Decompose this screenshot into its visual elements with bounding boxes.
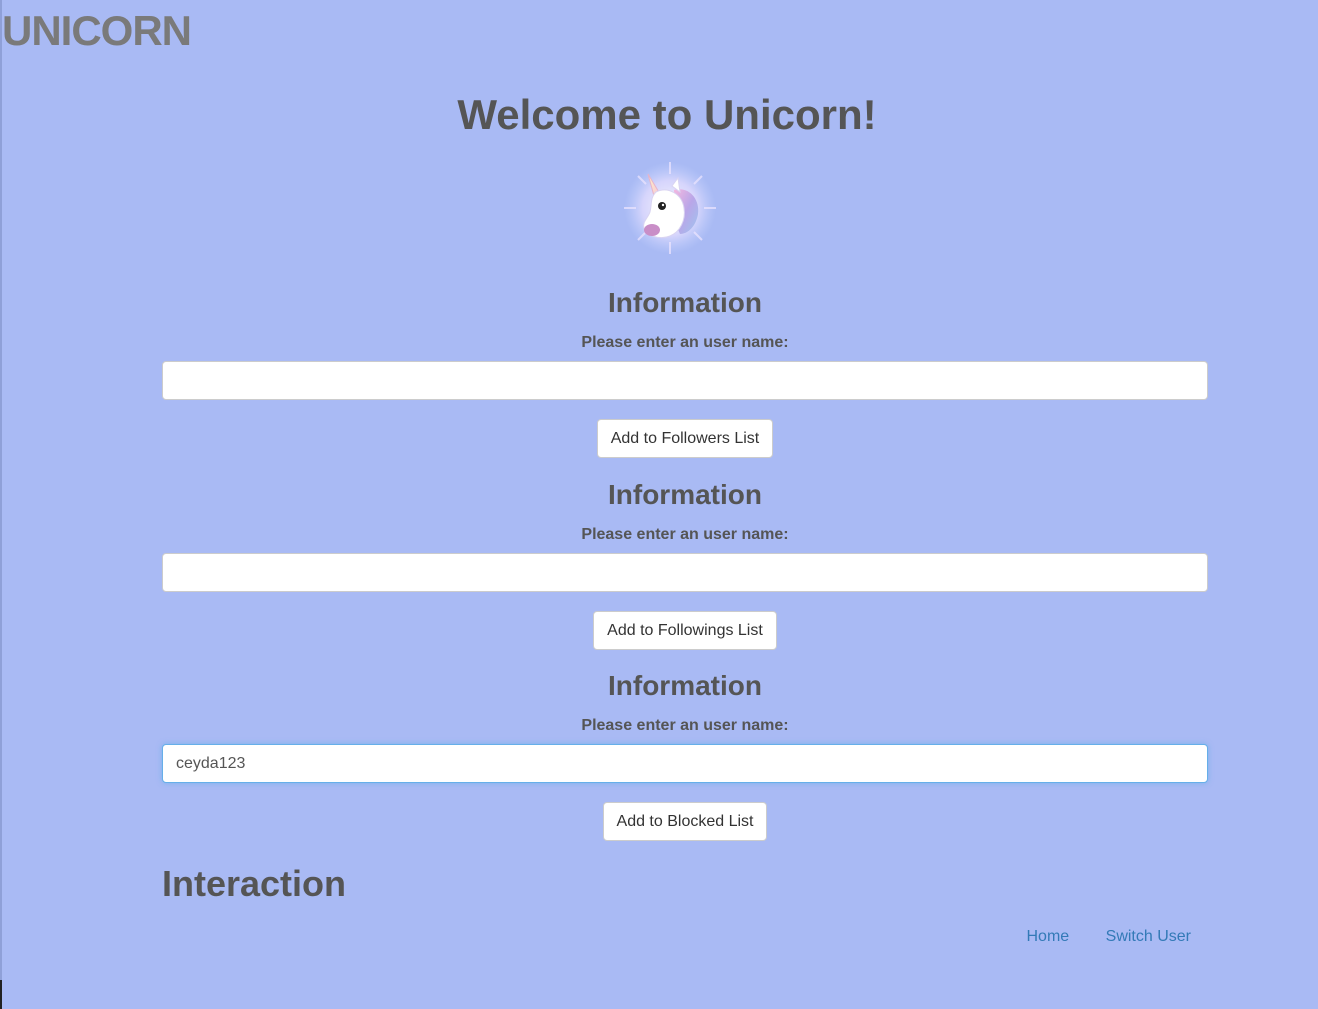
blocked-form: Information Please enter an user name: A…	[162, 670, 1208, 841]
footer-nav: Home Switch User	[995, 928, 1192, 946]
followings-username-input[interactable]	[162, 553, 1208, 592]
section-heading: Information	[608, 287, 762, 318]
add-to-followers-button[interactable]: Add to Followers List	[596, 419, 774, 458]
unicorn-head-icon	[622, 160, 718, 256]
username-label: Please enter an user name:	[581, 717, 789, 734]
followers-form: Information Please enter an user name: A…	[162, 287, 1208, 458]
add-to-blocked-button[interactable]: Add to Blocked List	[602, 802, 768, 841]
followers-username-input[interactable]	[162, 361, 1208, 400]
brand-logo[interactable]: UNICORN	[2, 10, 192, 52]
username-label: Please enter an user name:	[581, 334, 789, 351]
left-border	[0, 0, 2, 1009]
blocked-username-input[interactable]	[162, 744, 1208, 783]
section-heading: Information	[608, 670, 762, 701]
left-border-dark	[0, 980, 2, 1009]
page-title: Welcome to Unicorn!	[457, 91, 877, 138]
username-label: Please enter an user name:	[581, 526, 789, 543]
interaction-heading: Interaction	[162, 863, 347, 904]
followings-form: Information Please enter an user name: A…	[162, 479, 1208, 650]
add-to-followings-button[interactable]: Add to Followings List	[593, 611, 777, 650]
home-link[interactable]: Home	[1027, 928, 1070, 945]
section-heading: Information	[608, 479, 762, 510]
switch-user-link[interactable]: Switch User	[1106, 928, 1191, 945]
